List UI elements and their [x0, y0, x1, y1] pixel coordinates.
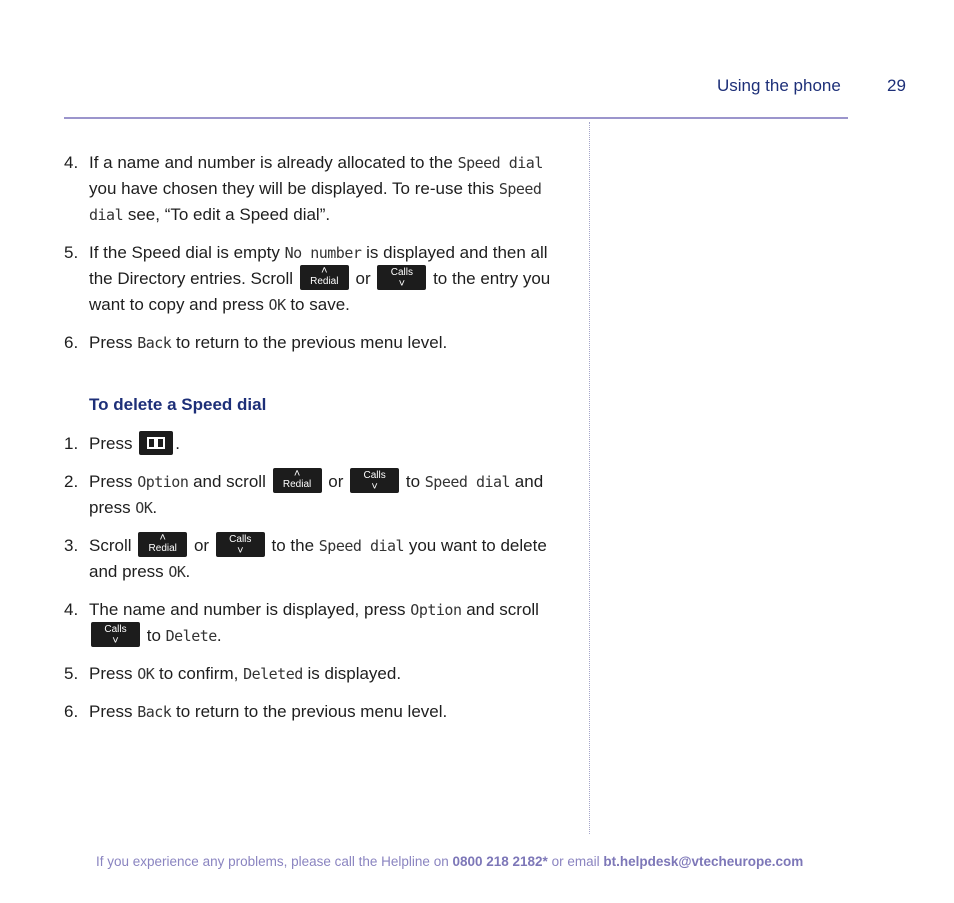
step-text: or: [350, 269, 376, 288]
step-text: to the: [266, 535, 319, 555]
step-text: or: [323, 471, 349, 491]
step-number: 6.: [64, 701, 79, 721]
step-text: is displayed.: [302, 663, 402, 683]
lcd-text-ok: OK: [168, 562, 186, 581]
page-header: Using the phone 29: [0, 76, 954, 100]
calls-key-icon: Calls ˅: [215, 531, 265, 557]
step-text: or: [189, 535, 214, 555]
lcd-text-deleted: Deleted: [243, 664, 303, 683]
helpline-phone: 0800 218 2182*: [452, 854, 548, 869]
helpline-footer: If you experience any problems, please c…: [96, 854, 803, 869]
footer-text: If you experience any problems, please c…: [96, 854, 453, 869]
header-divider: [64, 117, 848, 119]
list-item: 3. Scroll ˄ Redial or Calls ˅ to the Speed…: [64, 531, 574, 585]
lcd-text-delete: Delete: [165, 626, 218, 645]
redial-key-icon: ˄ Redial: [272, 467, 322, 493]
chevron-down-icon: ˅: [371, 480, 378, 493]
list-item: 4. If a name and number is already alloc…: [64, 150, 574, 228]
step-text: If the Speed dial is empty: [89, 243, 285, 262]
lcd-text-speed-dial: Speed dial: [457, 154, 544, 172]
step-text: and scroll: [461, 599, 539, 619]
step-text: .: [175, 434, 180, 454]
main-column: 4. If a name and number is already alloc…: [64, 150, 574, 737]
step-number: 5.: [64, 663, 79, 683]
lcd-text-speed-dial: Speed dial: [424, 472, 511, 491]
lcd-text-option: Option: [410, 600, 462, 619]
step-number: 4.: [64, 153, 79, 172]
step-text: to: [401, 471, 425, 491]
step-text: Press: [89, 701, 138, 721]
calls-key-icon: Calls ˅: [377, 265, 427, 291]
section-heading: To delete a Speed dial: [89, 395, 267, 415]
step-text: to: [142, 625, 166, 645]
lcd-text-back: Back: [137, 702, 172, 721]
key-label: Calls: [363, 469, 386, 481]
footer-text: or email: [547, 854, 604, 869]
key-label: Calls: [390, 267, 413, 279]
calls-key-icon: Calls ˅: [91, 621, 140, 647]
step-number: 2.: [64, 471, 79, 491]
chevron-up-icon: ˄: [293, 467, 301, 480]
step-number: 5.: [64, 243, 79, 262]
page-number: 29: [887, 76, 906, 95]
key-label: Redial: [310, 276, 339, 288]
step-text: see, “To edit a Speed dial”.: [123, 205, 331, 224]
lcd-text-no-number: No number: [284, 244, 362, 262]
key-label: Redial: [282, 478, 312, 490]
list-item: 2. Press Option and scroll ˄ Redial or Ca…: [64, 467, 574, 521]
lcd-text-option: Option: [137, 472, 189, 491]
step-text: Press: [89, 663, 138, 683]
book-icon: [147, 436, 166, 449]
calls-key-icon: Calls ˅: [350, 467, 400, 493]
list-item: 6. Press Back to return to the previous …: [64, 330, 574, 356]
step-number: 4.: [64, 599, 79, 619]
key-label: Calls: [229, 533, 252, 545]
step-text: to return to the previous menu level.: [171, 701, 448, 721]
list-item: 5. If the Speed dial is empty No number …: [64, 240, 574, 318]
lcd-text-back: Back: [137, 334, 172, 353]
helpdesk-email: bt.helpdesk@vtecheurope.com: [603, 854, 804, 869]
step-number: 3.: [64, 535, 79, 555]
list-item: 1. Press .: [64, 430, 574, 457]
step-text: .: [152, 497, 158, 517]
lcd-text-ok: OK: [268, 296, 287, 315]
step-text: .: [216, 625, 222, 645]
step-text: to return to the previous menu level.: [171, 333, 448, 353]
list-item: 5. Press OK to confirm, Deleted is displ…: [64, 661, 574, 687]
list-item: 4. The name and number is displayed, pre…: [64, 597, 574, 649]
step-text: Press: [89, 434, 138, 454]
step-text: The name and number is displayed, press: [89, 599, 411, 619]
step-text: .: [185, 561, 191, 581]
key-label: Calls: [104, 623, 127, 635]
lcd-text-speed-dial: Speed dial: [318, 536, 405, 555]
step-text: Scroll: [89, 535, 137, 555]
step-text: you have chosen they will be displayed. …: [89, 179, 499, 198]
chevron-down-icon: ˅: [237, 544, 244, 557]
step-number: 6.: [64, 333, 79, 353]
step-text: Press: [89, 471, 138, 491]
lcd-text-ok: OK: [137, 664, 155, 683]
step-text: to save.: [285, 295, 350, 315]
step-text: and scroll: [188, 471, 271, 491]
chevron-down-icon: ˅: [112, 634, 119, 647]
chevron-up-icon: ˄: [159, 531, 166, 544]
redial-key-icon: ˄ Redial: [138, 531, 188, 557]
chevron-up-icon: ˄: [321, 265, 328, 278]
step-text: to confirm,: [154, 663, 244, 683]
redial-key-icon: ˄ Redial: [299, 265, 349, 291]
chevron-down-icon: ˅: [398, 278, 406, 291]
key-label: Redial: [148, 542, 177, 554]
column-divider: [589, 122, 590, 834]
step-text: Press: [89, 333, 138, 353]
phonebook-key-icon: [139, 430, 174, 455]
section-title: Using the phone: [717, 76, 841, 95]
lcd-text-ok: OK: [135, 498, 153, 517]
list-item: 6. Press Back to return to the previous …: [64, 699, 574, 725]
step-text: If a name and number is already allocate…: [89, 153, 458, 172]
step-number: 1.: [64, 434, 79, 454]
